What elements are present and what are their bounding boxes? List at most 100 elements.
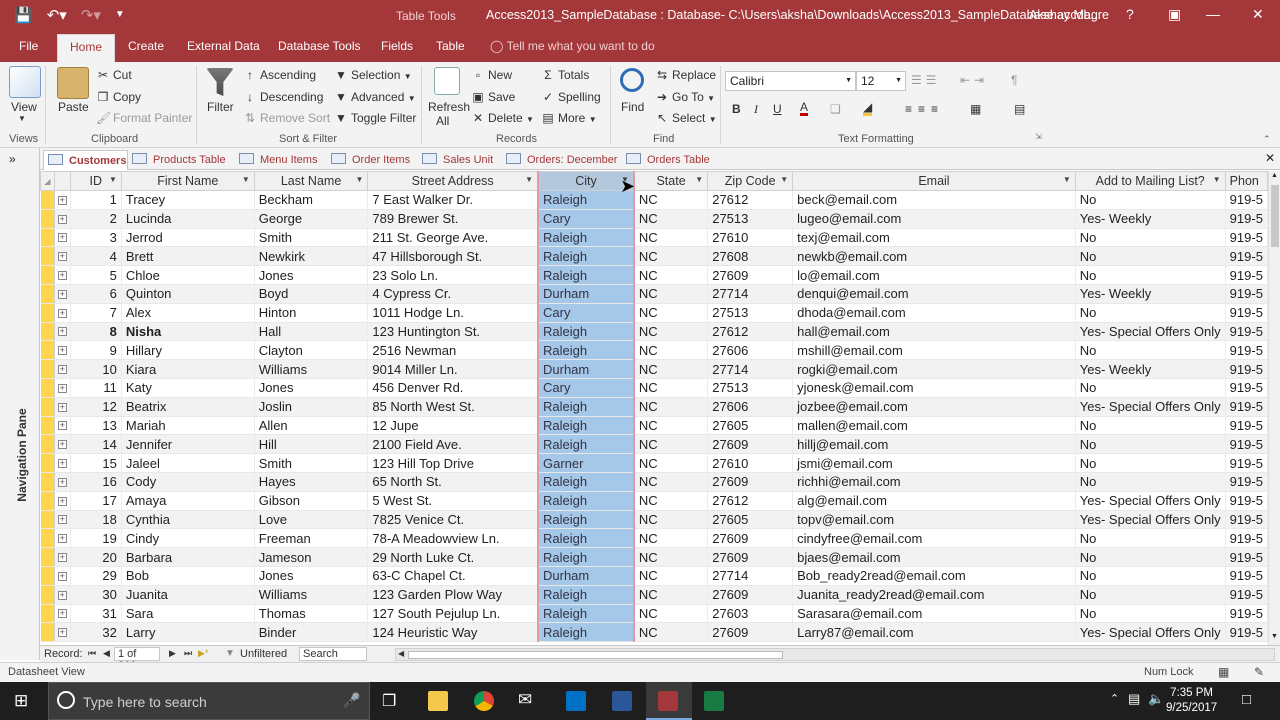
bold-button[interactable]: B	[732, 102, 741, 116]
datasheet-view-icon[interactable]: ▦	[1218, 665, 1229, 679]
cell-zip-code[interactable]: 27612	[707, 322, 794, 342]
table-row[interactable]: +8 Nisha Hall 123 Huntington St. Raleigh NC 27…	[40, 322, 1268, 342]
close-icon[interactable]: ✕	[1252, 6, 1264, 23]
user-name[interactable]: Akshay Magre	[1029, 8, 1109, 22]
cell-state[interactable]: NC	[633, 491, 709, 511]
row-selector[interactable]	[40, 472, 55, 492]
cell-street-address[interactable]: 124 Heuristic Way	[367, 622, 539, 643]
cell-zip-code[interactable]: 27605	[707, 416, 794, 436]
expand-plus-icon[interactable]: +	[57, 214, 67, 224]
cell-phone[interactable]: 919-5	[1225, 604, 1268, 624]
cell-email[interactable]: rogki@email.com	[792, 359, 1076, 379]
scroll-down-icon[interactable]: ▼	[1271, 633, 1278, 640]
cell-phone[interactable]: 919-5	[1225, 547, 1268, 567]
cell-last-name[interactable]: Hayes	[254, 472, 369, 492]
cell-mailing-list[interactable]: Yes- Weekly	[1075, 359, 1226, 379]
table-row[interactable]: +9 Hillary Clayton 2516 Newman Raleigh NC 2760…	[40, 340, 1268, 361]
cell-first-name[interactable]: Mariah	[121, 416, 255, 436]
next-record-icon[interactable]: ▶	[169, 648, 176, 659]
row-selector[interactable]	[40, 359, 55, 379]
view-button[interactable]: View	[11, 100, 37, 114]
cell-state[interactable]: NC	[633, 265, 709, 285]
row-selector[interactable]	[40, 528, 55, 549]
scroll-thumb[interactable]	[1271, 185, 1279, 247]
cell-phone[interactable]: 919-5	[1225, 585, 1268, 605]
cell-phone[interactable]: 919-5	[1225, 303, 1268, 323]
cell-email[interactable]: alg@email.com	[792, 491, 1076, 511]
collapse-ribbon-icon[interactable]: ⌃	[1263, 134, 1271, 145]
cell-zip-code[interactable]: 27609	[707, 265, 794, 285]
cell-city[interactable]: Cary	[537, 209, 635, 229]
cell-email[interactable]: lugeo@email.com	[792, 209, 1076, 229]
tab-external-data[interactable]: External Data	[187, 39, 260, 53]
cell-id[interactable]: 18	[70, 510, 122, 530]
cell-street-address[interactable]: 7 East Walker Dr.	[367, 190, 539, 210]
cell-first-name[interactable]: Nisha	[121, 322, 255, 342]
font-size-select[interactable]: 12 ▼	[856, 71, 906, 91]
cell-phone[interactable]: 919-5	[1225, 566, 1268, 586]
underline-button[interactable]: U	[773, 102, 782, 116]
table-row[interactable]: +14 Jennifer Hill 2100 Field Ave. Raleigh NC 2…	[40, 434, 1268, 455]
close-tab-icon[interactable]: ✕	[1265, 151, 1275, 165]
cell-zip-code[interactable]: 27609	[707, 585, 794, 605]
cell-street-address[interactable]: 123 Huntington St.	[367, 322, 539, 342]
row-selector[interactable]	[40, 190, 55, 210]
column-header-zip-code[interactable]: Zip Code ▼	[707, 171, 794, 191]
tab-menu-items[interactable]: Menu Items	[239, 150, 317, 170]
cell-mailing-list[interactable]: No	[1075, 228, 1226, 248]
select-all-cell[interactable]: ◢	[40, 171, 55, 191]
cell-street-address[interactable]: 12 Jupe	[367, 416, 539, 436]
cell-street-address[interactable]: 1011 Hodge Ln.	[367, 303, 539, 323]
expand-row-cell[interactable]: +	[54, 359, 71, 379]
new-record-icon[interactable]: ▶*	[198, 648, 208, 659]
paste-icon[interactable]	[57, 67, 89, 99]
last-record-icon[interactable]: ⏭	[184, 648, 192, 659]
table-row[interactable]: +31 Sara Thomas 127 South Pejulup Ln. Raleig…	[40, 604, 1268, 624]
table-row[interactable]: +3 Jerrod Smith 211 St. George Ave. Raleigh N…	[40, 228, 1268, 248]
cell-state[interactable]: NC	[633, 190, 709, 210]
cell-last-name[interactable]: Hinton	[254, 303, 369, 323]
cell-phone[interactable]: 919-5	[1225, 359, 1268, 379]
cell-phone[interactable]: 919-5	[1225, 397, 1268, 417]
cell-id[interactable]: 30	[70, 585, 122, 605]
cell-street-address[interactable]: 63-C Chapel Ct.	[367, 566, 539, 586]
toggle-filter-button[interactable]: ▼ Toggle Filter	[334, 111, 416, 125]
cell-first-name[interactable]: Lucinda	[121, 209, 255, 229]
column-header-last-name[interactable]: Last Name ▼	[253, 171, 369, 191]
row-selector[interactable]	[40, 566, 55, 586]
file-explorer-icon[interactable]	[428, 691, 448, 711]
column-header-phone[interactable]: Phon	[1224, 171, 1268, 191]
cell-first-name[interactable]: Jaleel	[121, 453, 255, 473]
expand-plus-icon[interactable]: +	[57, 346, 67, 356]
cell-street-address[interactable]: 211 St. George Ave.	[367, 228, 539, 248]
cell-email[interactable]: mshill@email.com	[792, 340, 1076, 361]
view-icon[interactable]	[9, 66, 41, 98]
expand-row-cell[interactable]: +	[54, 209, 71, 229]
cell-phone[interactable]: 919-5	[1225, 340, 1268, 361]
expand-row-cell[interactable]: +	[54, 416, 71, 436]
cell-id[interactable]: 10	[70, 359, 122, 379]
cell-mailing-list[interactable]: No	[1075, 453, 1226, 473]
mail-icon[interactable]: ✉	[518, 690, 532, 710]
cell-last-name[interactable]: Williams	[254, 359, 369, 379]
search-input[interactable]: Search	[299, 647, 367, 661]
cell-mailing-list[interactable]: Yes- Special Offers Only	[1075, 510, 1226, 530]
goto-button[interactable]: ➔ Go To ▼	[655, 90, 715, 104]
cell-city[interactable]: Raleigh	[537, 622, 635, 643]
cell-zip-code[interactable]: 27603	[707, 604, 794, 624]
filter-button[interactable]: Filter	[207, 100, 234, 114]
cell-city[interactable]: Raleigh	[537, 397, 635, 417]
cell-last-name[interactable]: Allen	[254, 416, 369, 436]
tab-orders-december[interactable]: Orders: December	[506, 150, 617, 170]
cell-city[interactable]: Raleigh	[537, 604, 635, 624]
cell-id[interactable]: 8	[70, 322, 122, 342]
cell-state[interactable]: NC	[633, 622, 709, 643]
cell-email[interactable]: newkb@email.com	[792, 246, 1076, 267]
table-row[interactable]: +18 Cynthia Love 7825 Venice Ct. Raleigh NC 27…	[40, 510, 1268, 530]
cell-zip-code[interactable]: 27612	[707, 491, 794, 511]
notifications-icon[interactable]: □	[1242, 691, 1251, 708]
cell-street-address[interactable]: 29 North Luke Ct.	[367, 547, 539, 567]
cell-mailing-list[interactable]: No	[1075, 303, 1226, 323]
cell-mailing-list[interactable]: No	[1075, 528, 1226, 549]
design-view-icon[interactable]: ✎	[1254, 665, 1264, 679]
